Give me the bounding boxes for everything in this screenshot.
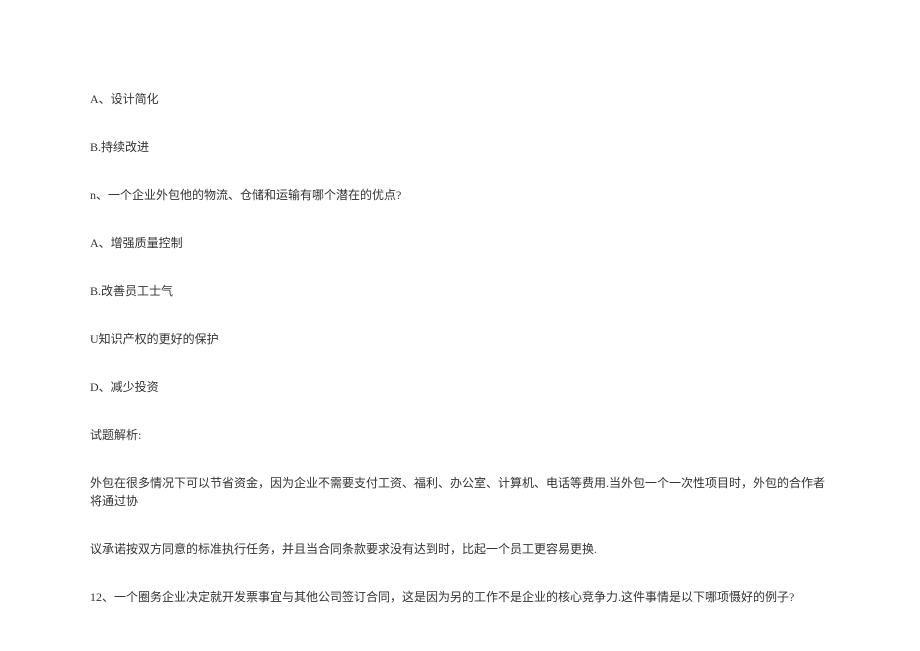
option-text: B.改善员工士气 [90,282,830,300]
analysis-text: 外包在很多情况下可以节省资金，因为企业不需要支付工资、福利、办公室、计算机、电话… [90,474,830,510]
analysis-text: 议承诺按双方同意的标准执行任务，并且当合同条款要求没有达到时，比起一个员工更容易… [90,540,830,558]
section-heading: 试题解析: [90,426,830,444]
option-text: A、设计简化 [90,90,830,108]
option-text: A、增强质量控制 [90,234,830,252]
option-text: B.持续改进 [90,138,830,156]
question-text: 12、一个圈务企业决定就开发票事宜与其他公司签订合同，这是因为另的工作不是企业的… [90,588,830,606]
option-text: U知识产权的更好的保护 [90,330,830,348]
option-text: D、减少投资 [90,378,830,396]
question-text: n、一个企业外包他的物流、仓储和运输有哪个潜在的优点? [90,186,830,204]
